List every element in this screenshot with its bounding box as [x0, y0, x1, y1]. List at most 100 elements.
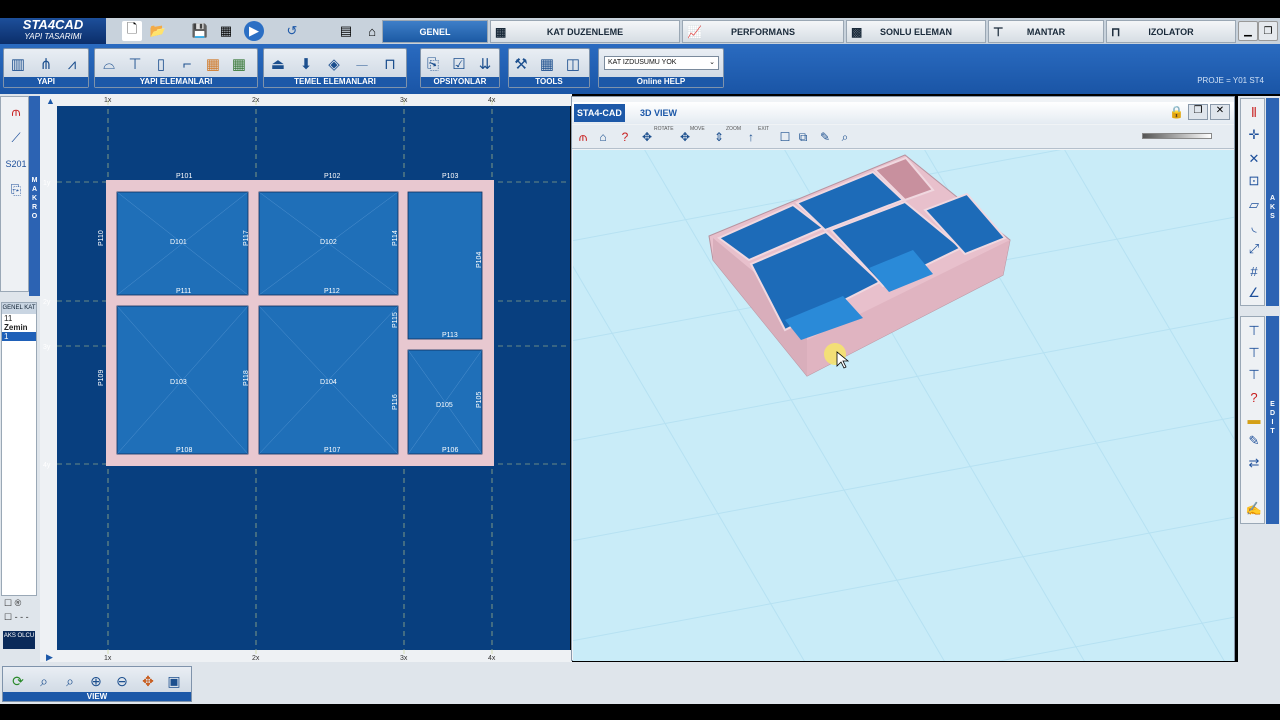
chevron-down-icon: ⌄: [709, 59, 715, 66]
home-3d-icon[interactable]: ⌂: [594, 128, 612, 146]
pen-icon[interactable]: ✎: [816, 128, 834, 146]
edit-move-icon[interactable]: ⊤: [1244, 321, 1264, 341]
report-icon[interactable]: ▤: [336, 21, 356, 41]
tab-kat-duzenleme[interactable]: ▦ KAT DUZENLEME: [490, 20, 680, 43]
fit-icon[interactable]: ▣: [163, 670, 185, 692]
view3d-canvas[interactable]: [573, 150, 1234, 661]
plan-view[interactable]: 1x 2x 3x 4x 1x 2x 3x 4x 1y 2y 3y 4y P101…: [40, 94, 572, 662]
beam-label: P104: [476, 252, 483, 268]
refresh-icon[interactable]: ⟳: [7, 670, 29, 692]
minimize-icon[interactable]: ▁: [1238, 21, 1258, 41]
zoom-out-icon[interactable]: ⊖: [111, 670, 133, 692]
edit-swap-icon[interactable]: ⇄: [1244, 453, 1264, 473]
kat-item[interactable]: Zemin: [2, 323, 36, 332]
makro-s201-icon[interactable]: S201: [5, 153, 27, 175]
run-icon[interactable]: ▶: [244, 21, 264, 41]
pan-icon[interactable]: ✥: [137, 670, 159, 692]
tools-icon[interactable]: ⚒: [511, 53, 531, 75]
makro-frame-icon[interactable]: ⫙: [5, 101, 27, 123]
edit-query-icon[interactable]: ?: [1244, 387, 1264, 407]
edit-measure-icon[interactable]: ▬: [1244, 409, 1264, 429]
kat-header: GENEL KAT: [2, 303, 36, 314]
footing-icon[interactable]: ⏏: [268, 53, 288, 75]
beam-label: P102: [324, 173, 340, 180]
slab-d103-void[interactable]: [407, 191, 483, 340]
column-icon[interactable]: ⩘: [62, 53, 82, 75]
building-model[interactable]: [708, 154, 1011, 377]
slab-icon[interactable]: ▯: [151, 53, 171, 75]
aks-dim-icon[interactable]: ⊡: [1244, 171, 1264, 191]
new-file-icon[interactable]: 🗋: [122, 21, 142, 41]
check-icon[interactable]: ☑: [449, 53, 469, 75]
open-folder-icon[interactable]: 📂: [148, 21, 168, 41]
wall-icon[interactable]: ⊤: [125, 53, 145, 75]
beam-label: P108: [176, 447, 192, 454]
brick-icon[interactable]: ▦: [203, 53, 223, 75]
save-icon[interactable]: 💾: [190, 21, 210, 41]
layers-3d-icon[interactable]: ⧉: [794, 128, 812, 146]
kat-izdusumu-select[interactable]: KAT IZDUSUMU YOK ⌄: [604, 56, 719, 70]
aks-arc-icon[interactable]: ◟: [1244, 217, 1264, 237]
building-icon[interactable]: ▥: [8, 53, 28, 75]
lock-icon[interactable]: 🔒: [1169, 105, 1184, 119]
makro-stair-icon[interactable]: ⟋: [5, 127, 27, 149]
makro-tools: ⫙ ⟋ S201 ⎘: [0, 96, 29, 292]
loads-icon[interactable]: ⇊: [475, 53, 495, 75]
close-icon[interactable]: ✕: [1210, 104, 1230, 120]
stair-icon[interactable]: ⌐: [177, 53, 197, 75]
aks-point-icon[interactable]: ✛: [1244, 125, 1264, 145]
zoom-window-icon[interactable]: ⌕: [836, 128, 854, 146]
makro-copy-icon[interactable]: ⎘: [5, 179, 27, 201]
aks-tab[interactable]: A K S: [1266, 98, 1279, 306]
edit-erase-icon[interactable]: ✎: [1244, 431, 1264, 451]
layers-icon[interactable]: ◫: [563, 53, 583, 75]
home-icon[interactable]: ⌂: [362, 21, 382, 41]
tab-genel[interactable]: GENEL: [382, 20, 488, 43]
maximize-icon[interactable]: ❐: [1258, 21, 1278, 41]
zoom-in-icon[interactable]: ⊕: [85, 670, 107, 692]
option-checkbox-dash[interactable]: ☐ - - -: [4, 612, 29, 623]
tab-performans[interactable]: 📈 PERFORMANS: [682, 20, 844, 43]
tie-beam-icon[interactable]: ⏤: [352, 53, 372, 75]
aks-grid-icon[interactable]: #: [1244, 261, 1264, 281]
frame-icon[interactable]: ⋔: [36, 53, 56, 75]
foundation-icon[interactable]: ⊓: [380, 53, 400, 75]
aks-rect-icon[interactable]: ▱: [1244, 195, 1264, 215]
options-icon[interactable]: ⎘: [423, 53, 443, 75]
calc-icon[interactable]: ▦: [216, 21, 236, 41]
edit-note-icon[interactable]: ✍: [1244, 499, 1264, 519]
aks-cross-icon[interactable]: ✕: [1244, 149, 1264, 169]
aks-olcu-button[interactable]: AKS OLCU: [3, 631, 35, 649]
edit-tab[interactable]: E D I T: [1266, 316, 1279, 524]
aks-angle-icon[interactable]: ∠: [1244, 283, 1264, 303]
view3d-scene[interactable]: [573, 150, 1234, 661]
table-icon[interactable]: ▦: [537, 53, 557, 75]
grid-slab-icon[interactable]: ▦: [229, 53, 249, 75]
makro-tab[interactable]: M A K R O: [29, 96, 40, 296]
tab-izolator[interactable]: ⊓ IZOLATOR: [1106, 20, 1236, 43]
tab-mantar[interactable]: ⊤ MANTAR: [988, 20, 1104, 43]
box-icon[interactable]: ☐: [776, 128, 794, 146]
help-icon[interactable]: ?: [616, 128, 634, 146]
zoom-all-icon[interactable]: ⌕: [33, 670, 55, 692]
frame-3d-icon[interactable]: ⫙: [574, 128, 592, 146]
beam-label: P115: [392, 312, 399, 328]
kat-item-selected[interactable]: 1: [2, 332, 36, 341]
beam-icon[interactable]: ⌓: [99, 53, 119, 75]
transparency-slider[interactable]: [1142, 133, 1212, 139]
restore-icon[interactable]: ❐: [1188, 104, 1208, 120]
kat-item[interactable]: 11: [2, 314, 36, 323]
edit-modify-icon[interactable]: ⊤: [1244, 365, 1264, 385]
aks-rotate-icon[interactable]: ⤢: [1244, 239, 1264, 259]
pile-icon[interactable]: ⬇: [296, 53, 316, 75]
aks-frame-icon[interactable]: ⫴: [1244, 103, 1264, 123]
raft-icon[interactable]: ◈: [324, 53, 344, 75]
option-checkbox-r[interactable]: ☐ ®: [4, 598, 21, 609]
zoom-window-icon[interactable]: ⌕: [59, 670, 81, 692]
undo-icon[interactable]: ↺: [282, 21, 302, 41]
view3d-title: 3D VIEW: [640, 108, 678, 118]
axis-label-x: 1x: [104, 97, 112, 104]
tab-sonlu-eleman[interactable]: ▩ SONLU ELEMAN: [846, 20, 986, 43]
edit-copy-icon[interactable]: ⊤: [1244, 343, 1264, 363]
beam-label: P111: [176, 288, 191, 295]
